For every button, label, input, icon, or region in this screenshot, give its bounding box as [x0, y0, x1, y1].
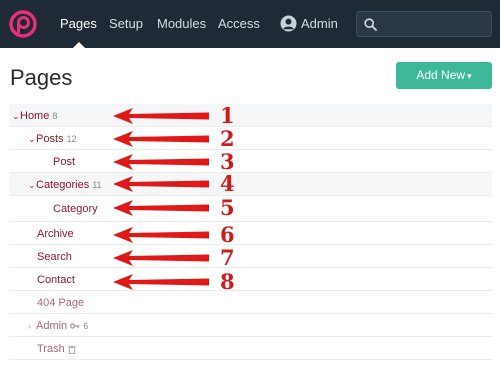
search-input[interactable] [381, 14, 489, 34]
tree-row-404-page[interactable]: 404 Page [9, 291, 492, 314]
page-title: Pages [10, 65, 73, 90]
annotation-arrows [113, 108, 209, 290]
annotation-number-2: 2 [220, 126, 235, 151]
tree-label-home[interactable]: Home [20, 110, 49, 122]
active-nav-indicator [73, 42, 85, 48]
tree-row-posts[interactable]: ⌄Posts 12 [9, 127, 492, 150]
top-navbar: Pages Setup Modules Access Admin [0, 0, 500, 48]
tree-label-posts[interactable]: Posts [36, 133, 64, 145]
annotation-number-6: 6 [220, 222, 235, 247]
tree-label-404-page[interactable]: 404 Page [37, 297, 84, 309]
tree-row-post[interactable]: Post [9, 150, 492, 173]
nav-pages[interactable]: Pages [60, 16, 97, 32]
tree-row-home[interactable]: ⌄Home 8 [9, 104, 492, 127]
tree-label-search[interactable]: Search [37, 251, 72, 263]
nav-modules[interactable]: Modules [157, 16, 206, 32]
annotation-arrow-6 [113, 227, 209, 243]
annotation-arrow-4 [113, 176, 209, 192]
add-new-button[interactable]: Add New ▾ [396, 62, 492, 89]
tree-row-category[interactable]: Category [9, 196, 492, 222]
tree-label-archive[interactable]: Archive [37, 228, 74, 240]
chevron-down-icon[interactable]: ⌄ [12, 108, 20, 124]
add-new-label: Add New [416, 68, 466, 82]
annotation-arrow-3 [113, 154, 209, 170]
nav-setup[interactable]: Setup [109, 16, 143, 32]
tree-count-categories: 11 [92, 180, 102, 190]
chevron-down-icon[interactable]: ⌄ [28, 131, 36, 147]
annotation-arrow-8 [113, 274, 209, 290]
annotation-number-7: 7 [220, 245, 235, 270]
trash-icon [68, 345, 76, 354]
tree-row-contact[interactable]: Contact [9, 268, 492, 291]
tree-label-post[interactable]: Post [53, 156, 75, 168]
tree-count-admin: 6 [83, 321, 89, 331]
annotation-arrow-1 [113, 108, 209, 124]
annotation-number-3: 3 [220, 149, 235, 174]
tree-row-archive[interactable]: Archive [9, 222, 492, 245]
processwire-logo-icon[interactable] [9, 10, 37, 38]
annotation-number-4: 4 [220, 171, 235, 196]
tree-row-trash[interactable]: Trash [9, 337, 492, 360]
chevron-down-icon: ▾ [467, 71, 472, 81]
chevron-right-icon[interactable]: › [28, 318, 36, 334]
tree-count-posts: 12 [66, 134, 77, 144]
tree-label-trash[interactable]: Trash [37, 343, 65, 355]
annotation-number-8: 8 [220, 269, 235, 294]
tree-label-categories[interactable]: Categories [36, 179, 89, 191]
user-label: Admin [301, 16, 338, 31]
tree-row-categories[interactable]: ⌄Categories 11 [9, 173, 492, 196]
tree-count-home: 8 [52, 111, 58, 121]
tree-label-category[interactable]: Category [53, 203, 98, 215]
annotation-arrow-5 [113, 200, 209, 216]
annotation-arrow-2 [113, 131, 209, 147]
annotation-arrow-7 [113, 250, 209, 266]
annotation-number-1: 1 [220, 103, 235, 128]
tree-row-search[interactable]: Search [9, 245, 492, 268]
chevron-down-icon[interactable]: ⌄ [28, 177, 36, 193]
tree-label-admin[interactable]: Admin [36, 320, 67, 332]
nav-access[interactable]: Access [218, 16, 260, 32]
user-avatar-icon [280, 15, 297, 32]
annotation-number-5: 5 [220, 195, 235, 220]
tree-label-contact[interactable]: Contact [37, 274, 75, 286]
search-box[interactable] [356, 11, 492, 37]
tree-row-admin[interactable]: › Admin 6 [9, 314, 492, 337]
key-icon [70, 323, 80, 329]
search-icon [364, 18, 377, 31]
